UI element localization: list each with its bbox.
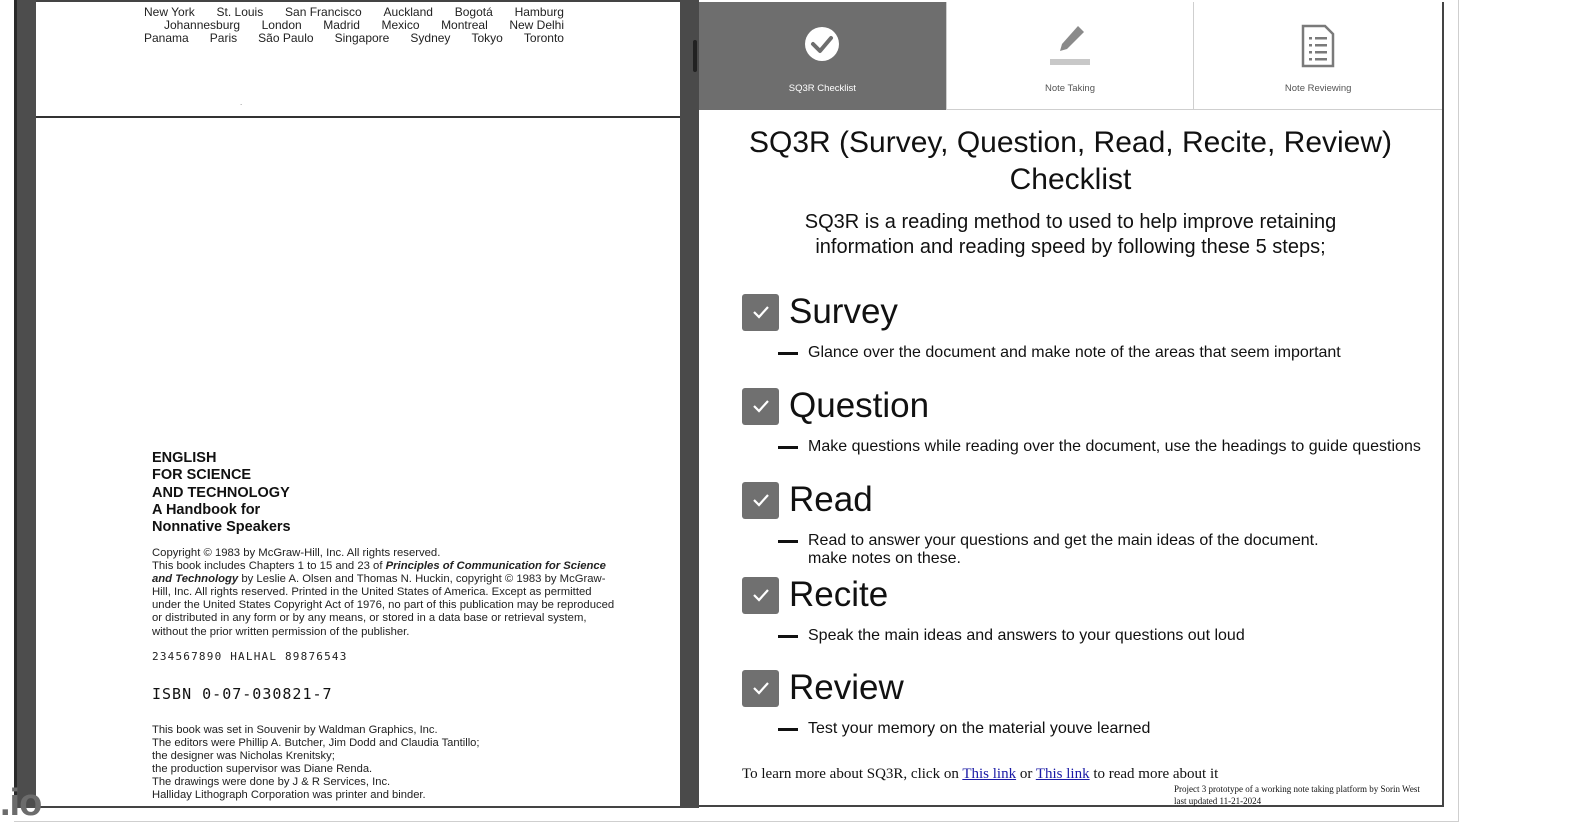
last-updated: last updated 11-21-2024 — [1174, 796, 1262, 806]
colophon: This book was set in Souvenir by Waldman… — [152, 724, 622, 802]
check-circle-icon — [805, 27, 840, 61]
step-header: Recite — [742, 575, 1422, 615]
step-description: Glance over the document and make note o… — [778, 344, 1422, 362]
colophon-line: the production supervisor was Diane Rend… — [152, 763, 373, 775]
colophon-line: This book was set in Souvenir by Waldman… — [152, 724, 438, 736]
page-divider — [36, 116, 680, 118]
book-title-line: AND TECHNOLOGY — [152, 484, 290, 501]
colophon-line: The drawings were done by J & R Services… — [152, 776, 391, 788]
print-number-line: 234567890 HALHAL 89876543 — [152, 650, 348, 663]
step-description-text: Test your memory on the material youve l… — [808, 720, 1151, 737]
city: São Paulo — [258, 31, 314, 45]
step-recite: Recite Speak the main ideas and answers … — [742, 575, 1422, 645]
copyright-notice: Copyright © 1983 by McGraw-Hill, Inc. Al… — [152, 547, 622, 639]
step-description-text: Read to answer your questions and get th… — [808, 532, 1319, 549]
step-description-text: Make questions while reading over the do… — [808, 438, 1421, 455]
city: Tokyo — [471, 31, 503, 45]
step-title: Recite — [789, 575, 889, 614]
review-checkbox[interactable] — [742, 669, 779, 707]
colophon-line: the designer was Nicholas Krenitsky; — [152, 750, 335, 762]
sq3r-panel: SQ3R Checklist Note Taking Note Reviewin… — [699, 2, 1444, 807]
city: Paris — [209, 31, 238, 45]
publisher-cities: New York St. Louis San Francisco Aucklan… — [144, 6, 564, 45]
learn-more-suffix: to read more about it — [1089, 766, 1219, 782]
tab-label: Note Reviewing — [1284, 83, 1352, 94]
recite-checkbox[interactable] — [742, 576, 779, 614]
checkmark-icon — [752, 306, 769, 319]
step-description: Speak the main ideas and answers to your… — [778, 627, 1422, 645]
read-checkbox[interactable] — [742, 481, 779, 519]
left-edge-strip — [14, 0, 36, 808]
colophon-line: Halliday Lithograph Corporation was prin… — [152, 789, 426, 801]
watermark-logo: .io — [0, 782, 42, 824]
tab-note-taking[interactable]: Note Taking — [947, 2, 1195, 110]
step-question: Question Make questions while reading ov… — [742, 386, 1422, 456]
step-title: Survey — [789, 292, 898, 331]
copyright-line: Copyright © 1983 by McGraw-Hill, Inc. Al… — [152, 547, 441, 559]
book-title-line: Nonnative Speakers — [152, 519, 291, 536]
step-description-text: Speak the main ideas and answers to your… — [808, 627, 1245, 644]
book-title-line: ENGLISH — [152, 450, 217, 466]
book-title-line: A Handbook for — [152, 501, 261, 518]
tab-label: Note Taking — [1045, 83, 1095, 94]
learn-more-or: or — [1016, 766, 1036, 782]
document-list-icon — [1301, 24, 1335, 68]
tab-bar: SQ3R Checklist Note Taking Note Reviewin… — [699, 2, 1442, 110]
step-title: Question — [789, 386, 930, 425]
step-review: Review Test your memory on the material … — [742, 668, 1422, 738]
intro-text: SQ3R is a reading method to used to help… — [804, 211, 1337, 258]
dash-bullet — [778, 728, 798, 731]
book-title: ENGLISH FOR SCIENCE AND TECHNOLOGY A Han… — [152, 450, 291, 536]
tab-label: SQ3R Checklist — [788, 83, 856, 94]
step-description-text: Glance over the document and make note o… — [808, 344, 1341, 361]
step-header: Review — [742, 668, 1422, 708]
checkmark-icon — [752, 589, 769, 602]
copyright-body: This book includes Chapters 1 to 15 and … — [152, 560, 622, 639]
dash-bullet — [778, 446, 798, 449]
isbn: ISBN 0-07-030821-7 — [152, 685, 333, 703]
copyright-text: This book includes Chapters 1 to 15 and … — [152, 560, 386, 573]
dash-bullet — [778, 540, 798, 543]
dash-bullet — [778, 635, 798, 638]
city: Toronto — [523, 31, 564, 45]
checkmark-icon — [752, 400, 769, 413]
step-description: Test your memory on the material youve l… — [778, 720, 1422, 738]
colophon-line: The editors were Phillip A. Butcher, Jim… — [152, 737, 480, 749]
question-checkbox[interactable] — [742, 387, 779, 425]
page-title: SQ3R (Survey, Question, Read, Recite, Re… — [748, 126, 1393, 196]
book-title-line: FOR SCIENCE — [152, 467, 252, 484]
step-header: Read — [742, 480, 1422, 520]
cities-row-3: Panama Paris São Paulo Singapore Sydney … — [144, 32, 564, 45]
learn-more-line: To learn more about SQ3R, click on This … — [742, 766, 1218, 783]
survey-checkbox[interactable] — [742, 293, 779, 331]
city: Singapore — [334, 31, 390, 45]
step-header: Question — [742, 386, 1422, 426]
step-header: Survey — [742, 292, 1422, 332]
step-description: Read to answer your questions and get th… — [778, 532, 1422, 568]
tab-note-reviewing[interactable]: Note Reviewing — [1194, 2, 1442, 110]
learn-more-link-2[interactable]: This link — [1036, 766, 1090, 782]
learn-more-link-1[interactable]: This link — [962, 766, 1016, 782]
step-title: Review — [789, 668, 904, 707]
step-survey: Survey Glance over the document and make… — [742, 292, 1422, 362]
splitter-drag-handle[interactable] — [693, 40, 697, 72]
dash-bullet — [778, 352, 798, 355]
pane-splitter[interactable] — [680, 0, 699, 808]
pencil-icon — [1050, 26, 1090, 65]
project-credit: Project 3 prototype of a working note ta… — [1174, 783, 1420, 807]
tab-sq3r-checklist[interactable]: SQ3R Checklist — [699, 2, 947, 110]
checkmark-icon — [752, 494, 769, 507]
learn-more-text: To learn more about SQ3R, click on — [742, 766, 963, 782]
city: Panama — [144, 31, 189, 45]
page-mark: . — [240, 98, 243, 107]
credit-line: Project 3 prototype of a working note ta… — [1174, 784, 1420, 794]
checkmark-icon — [752, 682, 769, 695]
step-description: Make questions while reading over the do… — [778, 438, 1422, 456]
step-read: Read Read to answer your questions and g… — [742, 480, 1422, 568]
city: Sydney — [410, 31, 451, 45]
document-viewer[interactable]: New York St. Louis San Francisco Aucklan… — [36, 0, 680, 808]
step-description-text: make notes on these. — [808, 550, 961, 567]
left-edge-line — [14, 0, 17, 808]
step-title: Read — [789, 480, 873, 519]
